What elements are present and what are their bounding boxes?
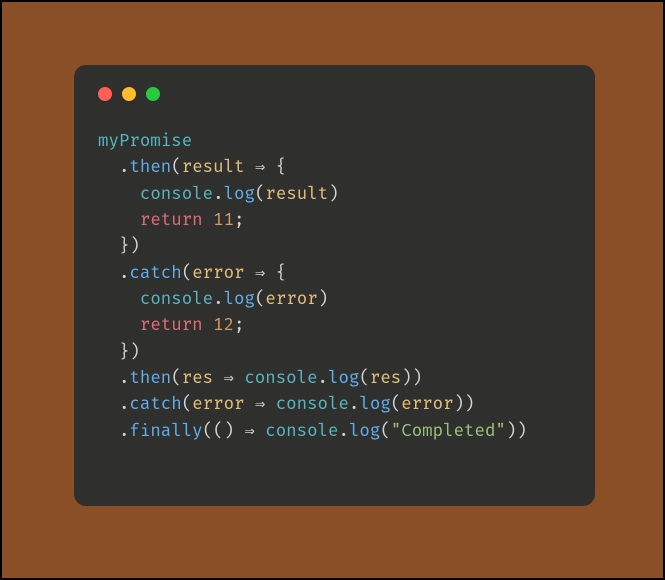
code-param-res: res [182,368,213,389]
arrow-icon: ⇒ [255,263,265,284]
code-method-catch: catch [129,263,181,284]
window-traffic-lights [98,87,571,101]
code-window: myPromise .then(result ⇒ { console.log(r… [74,65,595,506]
arrow-icon: ⇒ [224,368,234,389]
code-builtin-console: console [140,184,213,205]
code-method-finally: finally [129,421,202,442]
minimize-icon[interactable] [122,87,136,101]
code-block: myPromise .then(result ⇒ { console.log(r… [98,129,571,445]
code-keyword-return: return [140,210,203,231]
code-param-error: error [192,263,244,284]
code-number: 12 [213,315,234,336]
code-method-then: then [129,157,171,178]
code-param-result: result [182,157,245,178]
arrow-icon: ⇒ [255,157,265,178]
code-number: 11 [213,210,234,231]
code-string: "Completed" [391,421,506,442]
arrow-icon: ⇒ [255,394,265,415]
code-method-log: log [224,184,255,205]
arrow-icon: ⇒ [245,421,255,442]
maximize-icon[interactable] [146,87,160,101]
code-identifier: myPromise [98,131,192,152]
close-icon[interactable] [98,87,112,101]
